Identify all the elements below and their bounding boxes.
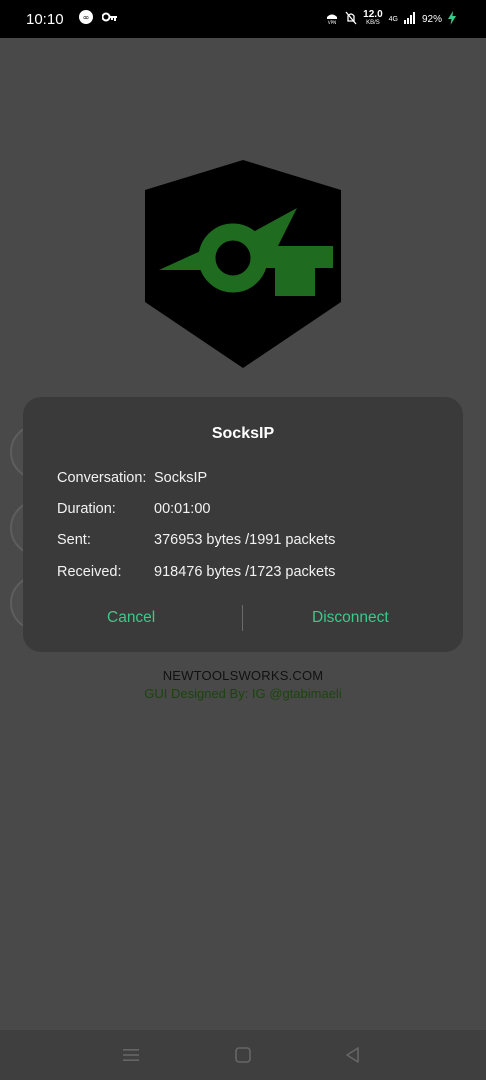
battery-charging-icon — [448, 11, 456, 27]
disconnect-button[interactable]: Disconnect — [312, 609, 389, 627]
status-bar: 10:10 ∞ VPN 12.0 KB/S 4G 92% — [0, 0, 486, 38]
chat-icon: ∞ — [78, 9, 94, 30]
vpn-icon: VPN — [325, 11, 339, 27]
cancel-button[interactable]: Cancel — [107, 609, 155, 627]
menu-icon[interactable] — [120, 1045, 142, 1065]
row-value: 918476 bytes /1723 packets — [154, 564, 336, 580]
row-label: Conversation: — [57, 470, 147, 486]
home-icon[interactable] — [232, 1045, 254, 1065]
speed-value: 12.0 — [363, 9, 383, 20]
status-bar-right: VPN 12.0 KB/S 4G 92% — [325, 9, 456, 27]
back-icon[interactable] — [342, 1045, 364, 1065]
svg-text:VPN: VPN — [328, 20, 336, 25]
svg-text:∞: ∞ — [82, 13, 89, 22]
speed-unit: KB/S — [366, 20, 380, 26]
key-icon — [101, 10, 118, 28]
row-value: SocksIP — [154, 470, 208, 486]
row-label: Received: — [57, 564, 122, 580]
dialog-row-conversation: Conversation: SocksIP — [57, 470, 207, 486]
connection-dialog: SocksIP Conversation: SocksIP Duration: … — [23, 397, 463, 652]
app-logo — [145, 160, 341, 368]
dialog-title: SocksIP — [211, 425, 275, 442]
row-value: 376953 bytes /1991 packets — [154, 532, 336, 548]
row-value: 00:01:00 — [154, 501, 211, 517]
dialog-row-received: Received: 918476 bytes /1723 packets — [57, 564, 335, 580]
network-speed: 12.0 KB/S — [363, 9, 383, 27]
signal-icon — [403, 12, 416, 26]
status-time: 10:10 — [26, 10, 64, 28]
navigation-bar — [0, 1030, 486, 1080]
row-label: Duration: — [57, 501, 116, 517]
site-credit: NEWTOOLSWORKS.COM — [162, 668, 324, 683]
dialog-row-sent: Sent: 376953 bytes /1991 packets — [57, 532, 335, 548]
status-bar-left: 10:10 ∞ — [26, 9, 118, 30]
mute-icon — [345, 11, 357, 27]
row-label: Sent: — [57, 532, 91, 548]
designer-credit: GUI Designed By: IG @gtabimaeli — [144, 686, 342, 701]
button-divider — [242, 605, 243, 631]
network-type: 4G — [388, 15, 398, 23]
screen: 10:10 ∞ VPN 12.0 KB/S 4G 92% SocksIP Con… — [0, 0, 486, 1080]
dialog-row-duration: Duration: 00:01:00 — [57, 501, 210, 517]
battery-level: 92% — [421, 13, 442, 25]
